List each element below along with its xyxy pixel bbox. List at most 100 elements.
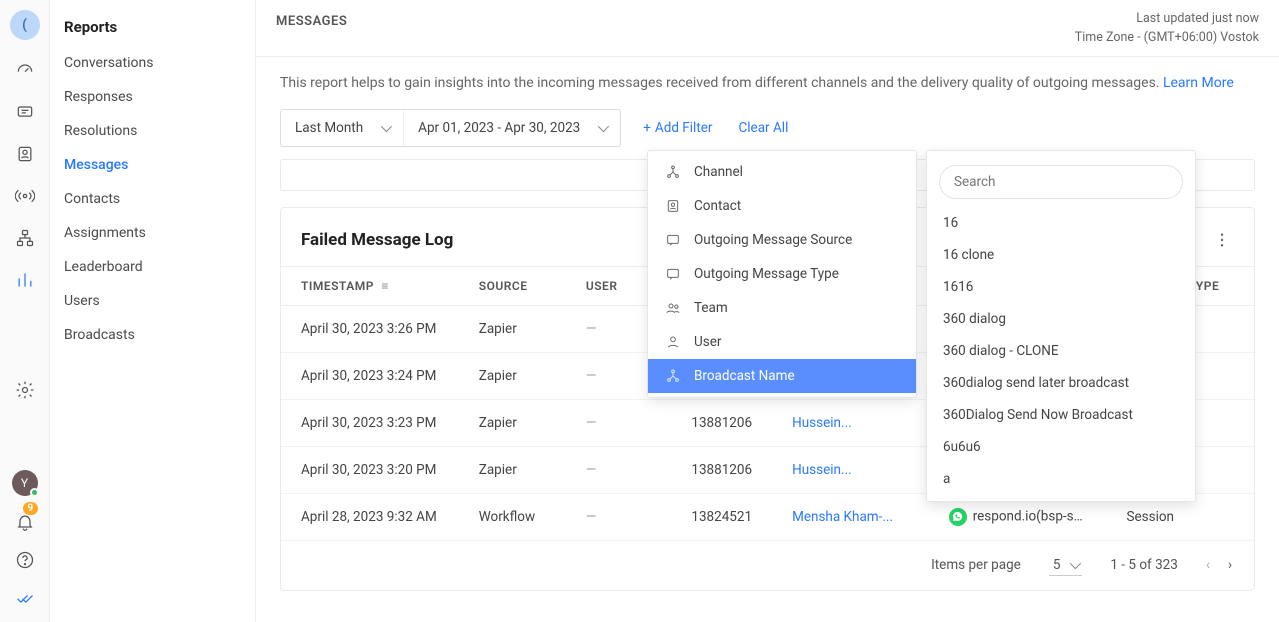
workspace-avatar[interactable]: (: [10, 10, 40, 40]
broadcast-option[interactable]: 360 dialog: [927, 303, 1195, 335]
reports-icon[interactable]: [13, 268, 37, 292]
cell-timestamp: April 30, 2023 3:23 PM: [281, 399, 459, 446]
broadcast-option[interactable]: 1616: [927, 271, 1195, 303]
table-footer: Items per page 5 1 - 5 of 323 ‹ ›: [281, 541, 1254, 590]
clear-all-button[interactable]: Clear All: [734, 114, 792, 142]
prev-page-button[interactable]: ‹: [1206, 557, 1210, 573]
sidebar-item-users[interactable]: Users: [50, 284, 255, 318]
cell-contact[interactable]: Hussein...: [772, 399, 929, 446]
date-preset-select[interactable]: Last Month: [281, 110, 403, 146]
cell-source: Zapier: [459, 446, 566, 493]
learn-more-link[interactable]: Learn More: [1163, 75, 1234, 91]
chevron-down-icon: [381, 120, 389, 136]
filter-option-contact[interactable]: Contact: [648, 189, 916, 223]
cell-user: —: [566, 305, 646, 352]
broadcast-option[interactable]: 6u6u6: [927, 431, 1195, 463]
cell-timestamp: April 30, 2023 3:24 PM: [281, 352, 459, 399]
filter-option-label: Outgoing Message Type: [694, 266, 839, 282]
message-icon: [664, 265, 682, 283]
user-icon: [664, 333, 682, 351]
cell-message-id: 13824521: [645, 493, 772, 540]
page-title: MESSAGES: [276, 10, 347, 29]
cell-source: Zapier: [459, 399, 566, 446]
chevron-down-icon: [598, 120, 606, 136]
date-range-picker[interactable]: Last Month Apr 01, 2023 - Apr 30, 2023: [280, 109, 621, 147]
sidebar-item-contacts[interactable]: Contacts: [50, 182, 255, 216]
filter-option-label: Channel: [694, 164, 743, 180]
plus-icon: +: [643, 120, 651, 136]
settings-icon[interactable]: [13, 378, 37, 402]
filter-option-label: Contact: [694, 198, 741, 214]
filter-option-label: Outgoing Message Source: [694, 232, 852, 248]
cell-source: Zapier: [459, 352, 566, 399]
cell-contact[interactable]: Hussein...: [772, 446, 929, 493]
filter-option-broadcast[interactable]: Broadcast Name: [648, 359, 916, 393]
cell-source: Workflow: [459, 493, 566, 540]
notifications-icon[interactable]: 9: [13, 510, 37, 534]
filter-option-label: User: [694, 334, 721, 350]
reports-sidebar: Reports Conversations Responses Resoluti…: [50, 0, 256, 622]
chevron-down-icon: [1070, 557, 1078, 573]
sidebar-item-resolutions[interactable]: Resolutions: [50, 114, 255, 148]
filter-option-oms[interactable]: Outgoing Message Source: [648, 223, 916, 257]
cell-source: Zapier: [459, 305, 566, 352]
user-avatar[interactable]: Y: [12, 470, 38, 496]
search-input[interactable]: [939, 165, 1183, 199]
cell-user: —: [566, 446, 646, 493]
card-title: Failed Message Log: [301, 230, 453, 250]
filter-option-team[interactable]: Team: [648, 291, 916, 325]
cell-contact[interactable]: Mensha Kham-...: [772, 493, 929, 540]
sidebar-title: Reports: [50, 14, 255, 46]
workflow-icon[interactable]: [13, 226, 37, 250]
contact-icon: [664, 197, 682, 215]
sidebar-item-messages[interactable]: Messages: [50, 148, 255, 182]
contacts-icon[interactable]: [13, 142, 37, 166]
col-timestamp[interactable]: TIMESTAMP ≡: [281, 266, 459, 305]
header-meta: Last updated just now Time Zone - (GMT+0…: [1075, 10, 1259, 48]
dashboard-icon[interactable]: [13, 58, 37, 82]
items-per-page-select[interactable]: 5: [1049, 555, 1083, 576]
pagination-range: 1 - 5 of 323: [1110, 557, 1177, 573]
broadcast-option[interactable]: 16 clone: [927, 239, 1195, 271]
col-source[interactable]: SOURCE: [459, 266, 566, 305]
date-range-select[interactable]: Apr 01, 2023 - Apr 30, 2023: [403, 110, 620, 146]
icon-rail: ( Y 9: [0, 0, 50, 622]
checkmarks-icon[interactable]: [13, 586, 37, 610]
help-icon[interactable]: [13, 548, 37, 572]
sidebar-item-broadcasts[interactable]: Broadcasts: [50, 318, 255, 352]
next-page-button[interactable]: ›: [1228, 557, 1232, 573]
presence-dot: [30, 488, 39, 497]
filter-category-dropdown: Channel Contact Outgoing Message Source Out…: [647, 150, 917, 398]
broadcast-option[interactable]: 360dialog send later broadcast: [927, 367, 1195, 399]
items-per-page-label: Items per page: [931, 557, 1021, 573]
filter-option-channel[interactable]: Channel: [648, 155, 916, 189]
broadcast-option[interactable]: 16: [927, 207, 1195, 239]
timezone-text: Time Zone - (GMT+06:00) Vostok: [1075, 29, 1259, 48]
cell-message-id: 13881206: [645, 446, 772, 493]
cell-message-id: 13881206: [645, 399, 772, 446]
card-options-button[interactable]: [1210, 228, 1234, 252]
filter-option-omt[interactable]: Outgoing Message Type: [648, 257, 916, 291]
cell-timestamp: April 30, 2023 3:26 PM: [281, 305, 459, 352]
sidebar-item-leaderboard[interactable]: Leaderboard: [50, 250, 255, 284]
sidebar-item-responses[interactable]: Responses: [50, 80, 255, 114]
add-filter-button[interactable]: + Add Filter: [639, 114, 716, 142]
broadcast-option[interactable]: 360Dialog Send Now Broadcast: [927, 399, 1195, 431]
sidebar-item-assignments[interactable]: Assignments: [50, 216, 255, 250]
filter-option-label: Team: [694, 300, 728, 316]
last-updated-text: Last updated just now: [1075, 10, 1259, 29]
notification-count-badge: 9: [23, 502, 39, 515]
report-description: This report helps to gain insights into …: [256, 57, 1279, 95]
broadcast-option[interactable]: 360 dialog - CLONE: [927, 335, 1195, 367]
broadcast-icon[interactable]: [13, 184, 37, 208]
team-icon: [664, 299, 682, 317]
broadcast-name-options-dropdown: 1616 clone1616360 dialog360 dialog - CLO…: [926, 150, 1196, 502]
broadcast-option[interactable]: a: [927, 463, 1195, 495]
sort-icon: ≡: [378, 279, 389, 293]
messages-icon[interactable]: [13, 100, 37, 124]
col-user[interactable]: USER: [566, 266, 646, 305]
cell-user: —: [566, 493, 646, 540]
sidebar-item-conversations[interactable]: Conversations: [50, 46, 255, 80]
network-icon: [664, 367, 682, 385]
filter-option-user[interactable]: User: [648, 325, 916, 359]
